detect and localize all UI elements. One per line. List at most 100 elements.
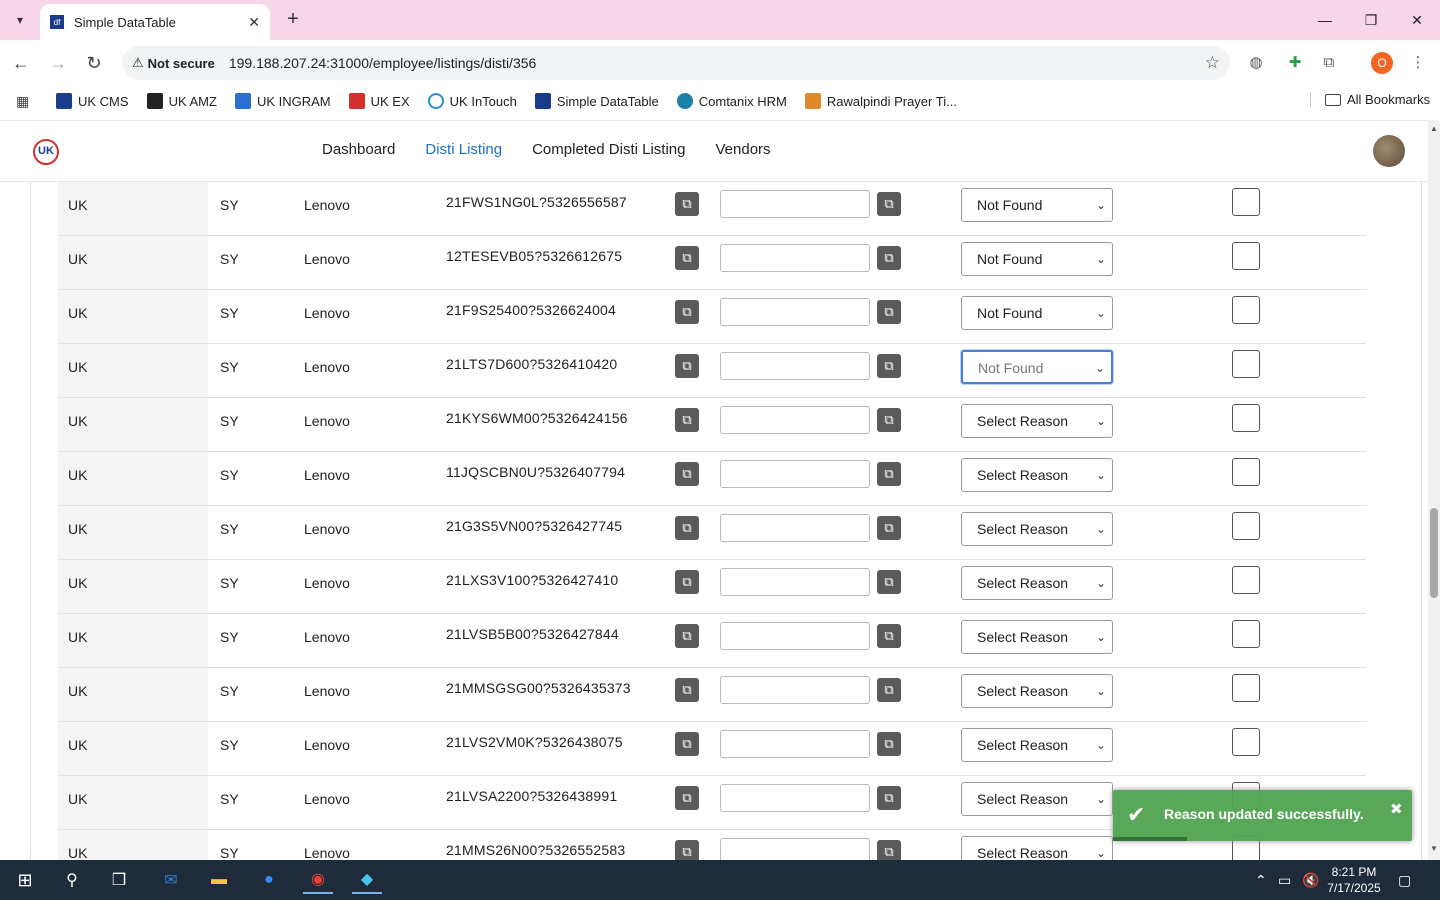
notifications-icon[interactable]: ▢ — [1398, 872, 1411, 889]
extensions-puzzle-icon[interactable]: ⧉ — [1318, 52, 1340, 74]
bookmark-uk-amz[interactable]: UK AMZ — [146, 93, 217, 109]
nav-dashboard[interactable]: Dashboard — [322, 141, 395, 158]
reason-select[interactable]: Select Reason ⌄ — [961, 620, 1113, 654]
value-input[interactable] — [720, 676, 870, 704]
windows-start-icon[interactable]: ⊞ — [10, 866, 40, 894]
copy-value-button[interactable]: ⧉ — [877, 840, 901, 860]
scrollbar-thumb[interactable] — [1430, 508, 1438, 598]
row-checkbox[interactable] — [1232, 350, 1260, 378]
tab-search-icon[interactable]: ▾ — [8, 8, 32, 32]
row-checkbox[interactable] — [1232, 674, 1260, 702]
copy-value-button[interactable]: ⧉ — [877, 624, 901, 648]
copy-sku-button[interactable]: ⧉ — [675, 786, 699, 810]
translate-icon[interactable]: ◍ — [1245, 52, 1267, 74]
bookmark-uk-ex[interactable]: UK EX — [348, 93, 410, 109]
address-bar[interactable]: ⚠ Not secure 199.188.207.24:31000/employ… — [122, 46, 1230, 80]
tab-close-icon[interactable]: ✕ — [248, 14, 260, 31]
copy-sku-button[interactable]: ⧉ — [675, 678, 699, 702]
copy-sku-button[interactable]: ⧉ — [675, 462, 699, 486]
value-input[interactable] — [720, 514, 870, 542]
bookmark-uk-intouch[interactable]: UK InTouch — [427, 93, 517, 109]
value-input[interactable] — [720, 190, 870, 218]
value-input[interactable] — [720, 460, 870, 488]
app-logo[interactable]: UK — [33, 139, 59, 165]
browser-tab[interactable]: df Simple DataTable ✕ — [40, 4, 270, 40]
apps-grid-icon[interactable]: ▦ — [16, 92, 34, 110]
tray-chevron-icon[interactable]: ⌃ — [1255, 872, 1267, 889]
extension-plus-icon[interactable]: ✚ — [1284, 52, 1306, 74]
value-input[interactable] — [720, 568, 870, 596]
minimize-icon[interactable]: — — [1310, 8, 1340, 32]
chrome-icon[interactable]: ◉ — [303, 866, 333, 894]
copy-value-button[interactable]: ⧉ — [877, 354, 901, 378]
volume-muted-icon[interactable]: 🔇 — [1302, 872, 1319, 889]
reason-select[interactable]: Not Found ⌄ — [961, 242, 1113, 276]
zoom-icon[interactable]: ● — [254, 866, 284, 894]
url-text[interactable]: 199.188.207.24:31000/employee/listings/d… — [229, 55, 1205, 71]
window-close-icon[interactable]: ✕ — [1402, 8, 1432, 32]
value-input[interactable] — [720, 352, 870, 380]
nav-disti-listing[interactable]: Disti Listing — [425, 141, 502, 158]
row-checkbox[interactable] — [1232, 512, 1260, 540]
all-bookmarks[interactable]: All Bookmarks — [1310, 92, 1430, 107]
search-icon[interactable]: ⚲ — [57, 866, 87, 894]
value-input[interactable] — [720, 730, 870, 758]
page-scrollbar[interactable]: ▲ ▼ — [1428, 120, 1440, 860]
copy-sku-button[interactable]: ⧉ — [675, 570, 699, 594]
scroll-down-icon[interactable]: ▼ — [1429, 844, 1439, 853]
row-checkbox[interactable] — [1232, 566, 1260, 594]
copy-value-button[interactable]: ⧉ — [877, 786, 901, 810]
copy-sku-button[interactable]: ⧉ — [675, 192, 699, 216]
copy-value-button[interactable]: ⧉ — [877, 678, 901, 702]
nav-vendors[interactable]: Vendors — [716, 141, 771, 158]
value-input[interactable] — [720, 298, 870, 326]
copy-value-button[interactable]: ⧉ — [877, 246, 901, 270]
value-input[interactable] — [720, 406, 870, 434]
taskbar-clock[interactable]: 8:21 PM 7/17/2025 — [1322, 864, 1386, 896]
bookmark-uk-ingram[interactable]: UK INGRAM — [234, 93, 331, 109]
bookmark-uk-cms[interactable]: UK CMS — [56, 93, 129, 109]
row-checkbox[interactable] — [1232, 458, 1260, 486]
value-input[interactable] — [720, 784, 870, 812]
value-input[interactable] — [720, 622, 870, 650]
reload-icon[interactable]: ↻ — [81, 50, 107, 76]
network-icon[interactable]: ▭ — [1278, 872, 1291, 889]
copy-sku-button[interactable]: ⧉ — [675, 246, 699, 270]
reason-select[interactable]: Select Reason ⌄ — [961, 512, 1113, 546]
copy-value-button[interactable]: ⧉ — [877, 732, 901, 756]
row-checkbox[interactable] — [1232, 620, 1260, 648]
copy-value-button[interactable]: ⧉ — [877, 300, 901, 324]
row-checkbox[interactable] — [1232, 242, 1260, 270]
new-tab-button[interactable]: + — [282, 8, 304, 30]
reason-select[interactable]: Select Reason ⌄ — [961, 674, 1113, 708]
copy-value-button[interactable]: ⧉ — [877, 192, 901, 216]
bookmark-star-icon[interactable]: ☆ — [1205, 53, 1220, 73]
copy-sku-button[interactable]: ⧉ — [675, 354, 699, 378]
row-checkbox[interactable] — [1232, 728, 1260, 756]
reason-select[interactable]: Select Reason ⌄ — [961, 458, 1113, 492]
user-avatar[interactable] — [1373, 135, 1405, 167]
copy-value-button[interactable]: ⧉ — [877, 570, 901, 594]
task-view-icon[interactable]: ❒ — [104, 866, 134, 894]
copy-sku-button[interactable]: ⧉ — [675, 624, 699, 648]
row-checkbox[interactable] — [1232, 188, 1260, 216]
reason-select[interactable]: Not Found ⌄ — [961, 350, 1113, 384]
toast-close-icon[interactable]: ✖ — [1390, 800, 1403, 818]
not-secure-label[interactable]: Not secure — [148, 56, 215, 71]
menu-kebab-icon[interactable]: ⋮ — [1407, 52, 1429, 74]
restore-icon[interactable]: ❐ — [1356, 8, 1386, 32]
copy-value-button[interactable]: ⧉ — [877, 462, 901, 486]
value-input[interactable] — [720, 838, 870, 860]
copy-sku-button[interactable]: ⧉ — [675, 408, 699, 432]
copy-sku-button[interactable]: ⧉ — [675, 516, 699, 540]
copy-value-button[interactable]: ⧉ — [877, 408, 901, 432]
copy-value-button[interactable]: ⧉ — [877, 516, 901, 540]
app-diamond-icon[interactable]: ◆ — [352, 866, 382, 894]
back-icon[interactable]: ← — [8, 50, 34, 76]
row-checkbox[interactable] — [1232, 404, 1260, 432]
reason-select[interactable]: Not Found ⌄ — [961, 296, 1113, 330]
row-checkbox[interactable] — [1232, 296, 1260, 324]
bookmark-simple-datatable[interactable]: Simple DataTable — [534, 93, 659, 109]
reason-select[interactable]: Select Reason ⌄ — [961, 566, 1113, 600]
copy-sku-button[interactable]: ⧉ — [675, 300, 699, 324]
